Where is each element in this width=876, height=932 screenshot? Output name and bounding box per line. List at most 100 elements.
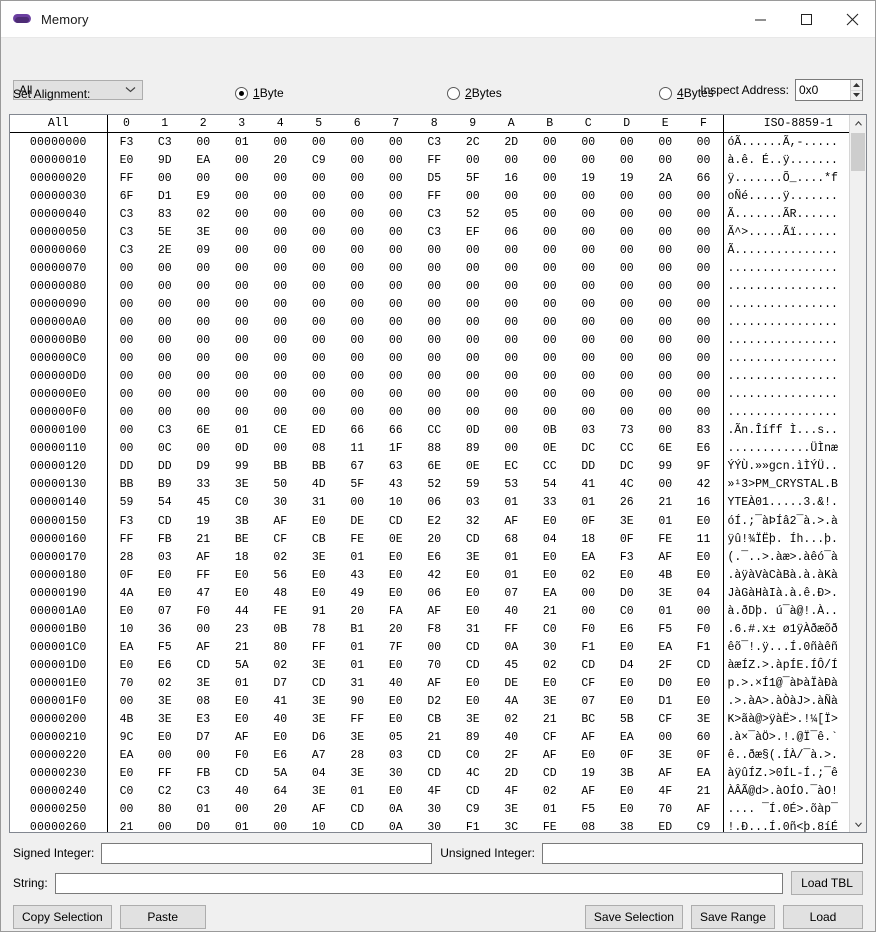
hex-byte-cell[interactable]: 18: [569, 530, 608, 548]
hex-byte-cell[interactable]: 00: [377, 205, 416, 223]
hex-byte-cell[interactable]: 40: [492, 729, 531, 747]
hex-byte-cell[interactable]: E6: [146, 656, 185, 674]
hex-byte-cell[interactable]: 00: [415, 368, 454, 386]
hex-byte-cell[interactable]: FB: [146, 530, 185, 548]
hex-byte-cell[interactable]: 2D: [492, 133, 531, 152]
hex-byte-cell[interactable]: F0: [223, 747, 262, 765]
hex-byte-cell[interactable]: B9: [146, 476, 185, 494]
copy-selection-button[interactable]: Copy Selection: [13, 905, 112, 929]
hex-byte-cell[interactable]: E0: [454, 602, 493, 620]
hex-byte-cell[interactable]: FA: [377, 602, 416, 620]
hex-byte-cell[interactable]: 00: [146, 169, 185, 187]
hex-byte-cell[interactable]: D7: [184, 729, 223, 747]
hex-byte-cell[interactable]: 3E: [531, 692, 570, 710]
hex-byte-cell[interactable]: 3E: [300, 783, 339, 801]
hex-byte-cell[interactable]: 4B: [107, 711, 146, 729]
hex-byte-cell[interactable]: 00: [146, 313, 185, 331]
hex-byte-cell[interactable]: 42: [415, 566, 454, 584]
hex-byte-cell[interactable]: 00: [569, 350, 608, 368]
hex-byte-cell[interactable]: 01: [646, 512, 685, 530]
hex-byte-cell[interactable]: 40: [261, 711, 300, 729]
hex-byte-cell[interactable]: CD: [454, 638, 493, 656]
close-button[interactable]: [829, 2, 875, 37]
hex-byte-cell[interactable]: B1: [338, 620, 377, 638]
hex-byte-cell[interactable]: 3E: [146, 692, 185, 710]
hex-byte-cell[interactable]: 00: [454, 241, 493, 259]
hex-row[interactable]: 00000220 EA 00 00 F0 E6 A7 28 03 CD C0 2F AF E0 0F 3E 0F…: [10, 746, 866, 765]
hex-byte-cell[interactable]: E6: [608, 620, 647, 638]
hex-byte-cell[interactable]: AF: [223, 729, 262, 747]
hex-byte-cell[interactable]: 00: [646, 350, 685, 368]
hex-byte-cell[interactable]: FF: [415, 151, 454, 169]
hex-byte-cell[interactable]: EF: [454, 223, 493, 241]
hex-byte-cell[interactable]: 00: [492, 404, 531, 422]
hex-byte-cell[interactable]: 02: [492, 711, 531, 729]
alignment-option-1-byte[interactable]: 1 Byte: [235, 86, 284, 100]
hex-row-ascii[interactable]: àÿûÍZ.>0ÍL-Í.;¯ê: [722, 764, 866, 783]
hex-byte-cell[interactable]: 10: [107, 620, 146, 638]
hex-row-ascii[interactable]: Ã.......ÃR......: [722, 205, 866, 224]
hex-byte-cell[interactable]: 00: [107, 692, 146, 710]
hex-byte-cell[interactable]: 00: [184, 440, 223, 458]
hex-byte-cell[interactable]: 91: [300, 602, 339, 620]
hex-byte-cell[interactable]: 00: [492, 440, 531, 458]
hex-byte-cell[interactable]: 0B: [261, 620, 300, 638]
hex-byte-cell[interactable]: E0: [685, 692, 724, 710]
hex-byte-cell[interactable]: E6: [685, 440, 724, 458]
hex-byte-cell[interactable]: 16: [685, 494, 724, 512]
hex-byte-cell[interactable]: FF: [184, 566, 223, 584]
hex-header-address[interactable]: All: [10, 115, 108, 133]
hex-byte-cell[interactable]: E0: [377, 656, 416, 674]
hex-row[interactable]: 000000D0 00 00 00 00 00 00 00 00 00 00 00 00 00 00 00 00…: [10, 367, 866, 386]
hex-byte-cell[interactable]: 30: [415, 819, 454, 832]
hex-byte-cell[interactable]: D6: [300, 729, 339, 747]
hex-byte-cell[interactable]: E0: [454, 584, 493, 602]
hex-byte-cell[interactable]: 00: [338, 332, 377, 350]
hex-row-ascii[interactable]: ê..ðæ§(.ÍÀ/¯à.>.: [722, 746, 866, 765]
hex-byte-cell[interactable]: 21: [223, 638, 262, 656]
hex-byte-cell[interactable]: 00: [531, 295, 570, 313]
hex-byte-cell[interactable]: 00: [646, 295, 685, 313]
hex-byte-cell[interactable]: 00: [184, 350, 223, 368]
hex-byte-cell[interactable]: 00: [569, 404, 608, 422]
hex-header-col-C[interactable]: C: [569, 115, 608, 133]
maximize-button[interactable]: [783, 2, 829, 37]
hex-byte-cell[interactable]: 30: [531, 638, 570, 656]
hex-byte-cell[interactable]: 70: [415, 656, 454, 674]
hex-viewer[interactable]: All 0 1 2 3 4 5 6 7 8 9 A B C D E F ISO-8859-1 00000000 F3…: [9, 114, 867, 833]
load-tbl-button[interactable]: Load TBL: [791, 871, 863, 895]
hex-byte-cell[interactable]: 40: [492, 602, 531, 620]
hex-byte-cell[interactable]: 00: [338, 169, 377, 187]
hex-byte-cell[interactable]: AF: [184, 638, 223, 656]
hex-byte-cell[interactable]: AF: [415, 602, 454, 620]
hex-byte-cell[interactable]: 00: [300, 187, 339, 205]
hex-byte-cell[interactable]: 05: [377, 729, 416, 747]
hex-byte-cell[interactable]: DE: [338, 512, 377, 530]
hex-byte-cell[interactable]: 3E: [338, 729, 377, 747]
hex-byte-cell[interactable]: 00: [685, 241, 724, 259]
hex-byte-cell[interactable]: 00: [377, 368, 416, 386]
hex-byte-cell[interactable]: 00: [492, 295, 531, 313]
hex-byte-cell[interactable]: 19: [608, 169, 647, 187]
hex-byte-cell[interactable]: DD: [146, 458, 185, 476]
hex-byte-cell[interactable]: 00: [492, 332, 531, 350]
hex-byte-cell[interactable]: 59: [107, 494, 146, 512]
hex-byte-cell[interactable]: 80: [261, 638, 300, 656]
hex-byte-cell[interactable]: 88: [415, 440, 454, 458]
hex-byte-cell[interactable]: 00: [608, 332, 647, 350]
hex-byte-cell[interactable]: 00: [300, 404, 339, 422]
hex-byte-cell[interactable]: CD: [300, 674, 339, 692]
hex-byte-cell[interactable]: 01: [492, 548, 531, 566]
hex-byte-cell[interactable]: 00: [492, 350, 531, 368]
hex-byte-cell[interactable]: E0: [107, 151, 146, 169]
hex-row[interactable]: 000001B0 10 36 00 23 0B 78 B1 20 F8 31 FF C0 F0 E6 F5 F0…: [10, 620, 866, 639]
hex-byte-cell[interactable]: 01: [223, 819, 262, 832]
hex-row-ascii[interactable]: K>ãà@>ÿàË>.!¼[Ï>: [722, 710, 866, 729]
hex-byte-cell[interactable]: 00: [685, 223, 724, 241]
hex-byte-cell[interactable]: 00: [531, 169, 570, 187]
hex-byte-cell[interactable]: 00: [223, 332, 262, 350]
hex-row-ascii[interactable]: óÍ.;¯àÞÍâ2¯à.>.à: [722, 511, 866, 531]
hex-byte-cell[interactable]: 59: [454, 476, 493, 494]
hex-byte-cell[interactable]: 00: [107, 332, 146, 350]
hex-byte-cell[interactable]: E0: [146, 566, 185, 584]
